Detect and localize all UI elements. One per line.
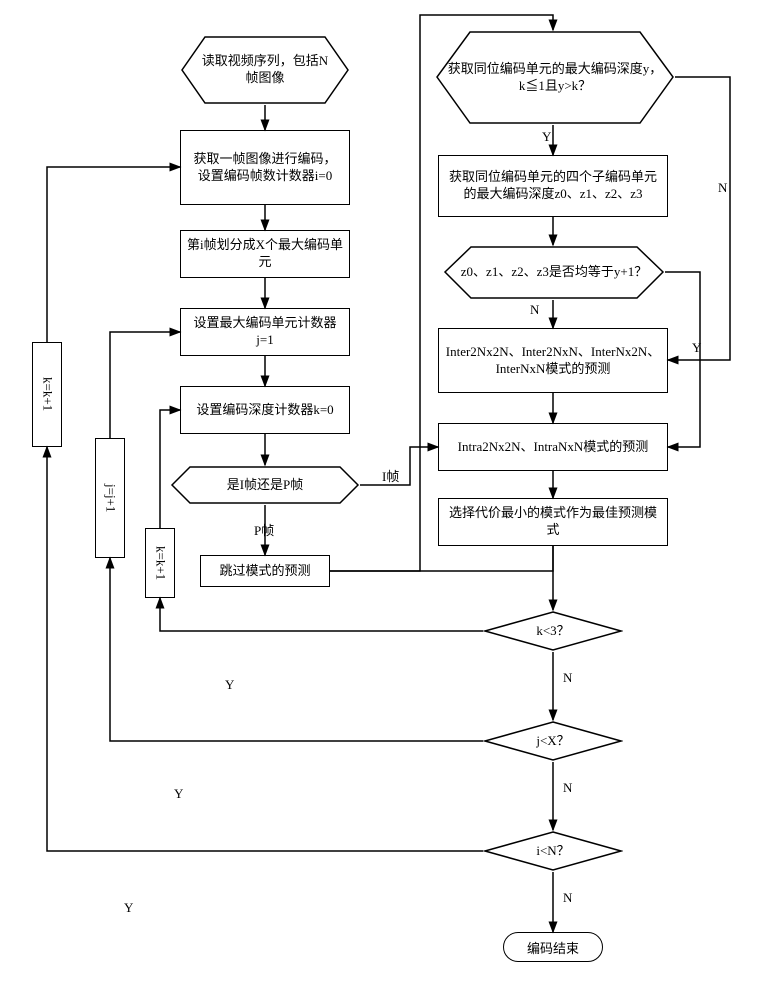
start-node: 读取视频序列，包括N帧图像 <box>180 35 350 105</box>
label-k3-n: N <box>561 670 574 686</box>
decision-frame-type-text: 是I帧还是P帧 <box>207 477 324 494</box>
start-label: 读取视频序列，包括N帧图像 <box>180 53 350 87</box>
decision-in: i<N？ <box>483 830 623 872</box>
decision-jx-text: j<X？ <box>483 720 623 762</box>
label-in-y: Y <box>122 900 135 916</box>
box-inc-k-right-text: k=k+1 <box>152 546 169 580</box>
label-jx-n: N <box>561 780 574 796</box>
box-get-frame-text: 获取一帧图像进行编码， 设置编码帧数计数器i=0 <box>187 151 343 185</box>
decision-y-text: 获取同位编码单元的最大编码深度y， k≦1且y>k？ <box>435 30 675 125</box>
label-n1: N <box>716 180 729 196</box>
decision-z: z0、z1、z2、z3是否均等于y+1？ <box>443 245 665 300</box>
box-inc-k-left: k=k+1 <box>32 342 62 447</box>
label-y2: Y <box>690 340 703 356</box>
box-sub-depth-text: 获取同位编码单元的四个子编码单元的最大编码深度z0、z1、z2、z3 <box>445 169 661 203</box>
box-set-k: 设置编码深度计数器k=0 <box>180 386 350 434</box>
end-node: 编码结束 <box>503 932 603 962</box>
box-inc-j: j=j+1 <box>95 438 125 558</box>
box-set-k-text: 设置编码深度计数器k=0 <box>196 402 333 419</box>
box-best-mode-text: 选择代价最小的模式作为最佳预测模式 <box>445 505 661 539</box>
box-skip-mode: 跳过模式的预测 <box>200 555 330 587</box>
box-split-lcu: 第i帧划分成X个最大编码单元 <box>180 230 350 278</box>
box-set-j-text: 设置最大编码单元计数器j=1 <box>187 315 343 349</box>
box-sub-depth: 获取同位编码单元的四个子编码单元的最大编码深度z0、z1、z2、z3 <box>438 155 668 217</box>
decision-in-text: i<N？ <box>483 830 623 872</box>
decision-jx: j<X？ <box>483 720 623 762</box>
box-inc-k-right: k=k+1 <box>145 528 175 598</box>
decision-frame-type: 是I帧还是P帧 <box>170 465 360 505</box>
box-skip-mode-text: 跳过模式的预测 <box>219 563 310 580</box>
label-pframe: P帧 <box>252 520 276 539</box>
box-set-j: 设置最大编码单元计数器j=1 <box>180 308 350 356</box>
box-inter-modes-text: Inter2Nx2N、Inter2NxN、InterNx2N、InterNxN模… <box>445 344 661 378</box>
box-intra-modes-text: Intra2Nx2N、IntraNxN模式的预测 <box>458 439 649 456</box>
label-jx-y: Y <box>172 786 185 802</box>
decision-y: 获取同位编码单元的最大编码深度y， k≦1且y>k？ <box>435 30 675 125</box>
label-y1: Y <box>540 129 553 145</box>
label-iframe: I帧 <box>380 466 401 485</box>
decision-k3-text: k<3？ <box>483 610 623 652</box>
box-inc-k-left-text: k=k+1 <box>39 377 56 411</box>
box-get-frame: 获取一帧图像进行编码， 设置编码帧数计数器i=0 <box>180 130 350 205</box>
decision-k3: k<3？ <box>483 610 623 652</box>
box-split-lcu-text: 第i帧划分成X个最大编码单元 <box>187 237 343 271</box>
box-inc-j-text: j=j+1 <box>102 484 119 512</box>
label-in-n: N <box>561 890 574 906</box>
box-inter-modes: Inter2Nx2N、Inter2NxN、InterNx2N、InterNxN模… <box>438 328 668 393</box>
label-n2: N <box>528 302 541 318</box>
decision-z-text: z0、z1、z2、z3是否均等于y+1？ <box>443 245 665 300</box>
box-best-mode: 选择代价最小的模式作为最佳预测模式 <box>438 498 668 546</box>
end-label: 编码结束 <box>527 938 579 957</box>
box-intra-modes: Intra2Nx2N、IntraNxN模式的预测 <box>438 423 668 471</box>
label-k3-y: Y <box>223 677 236 693</box>
